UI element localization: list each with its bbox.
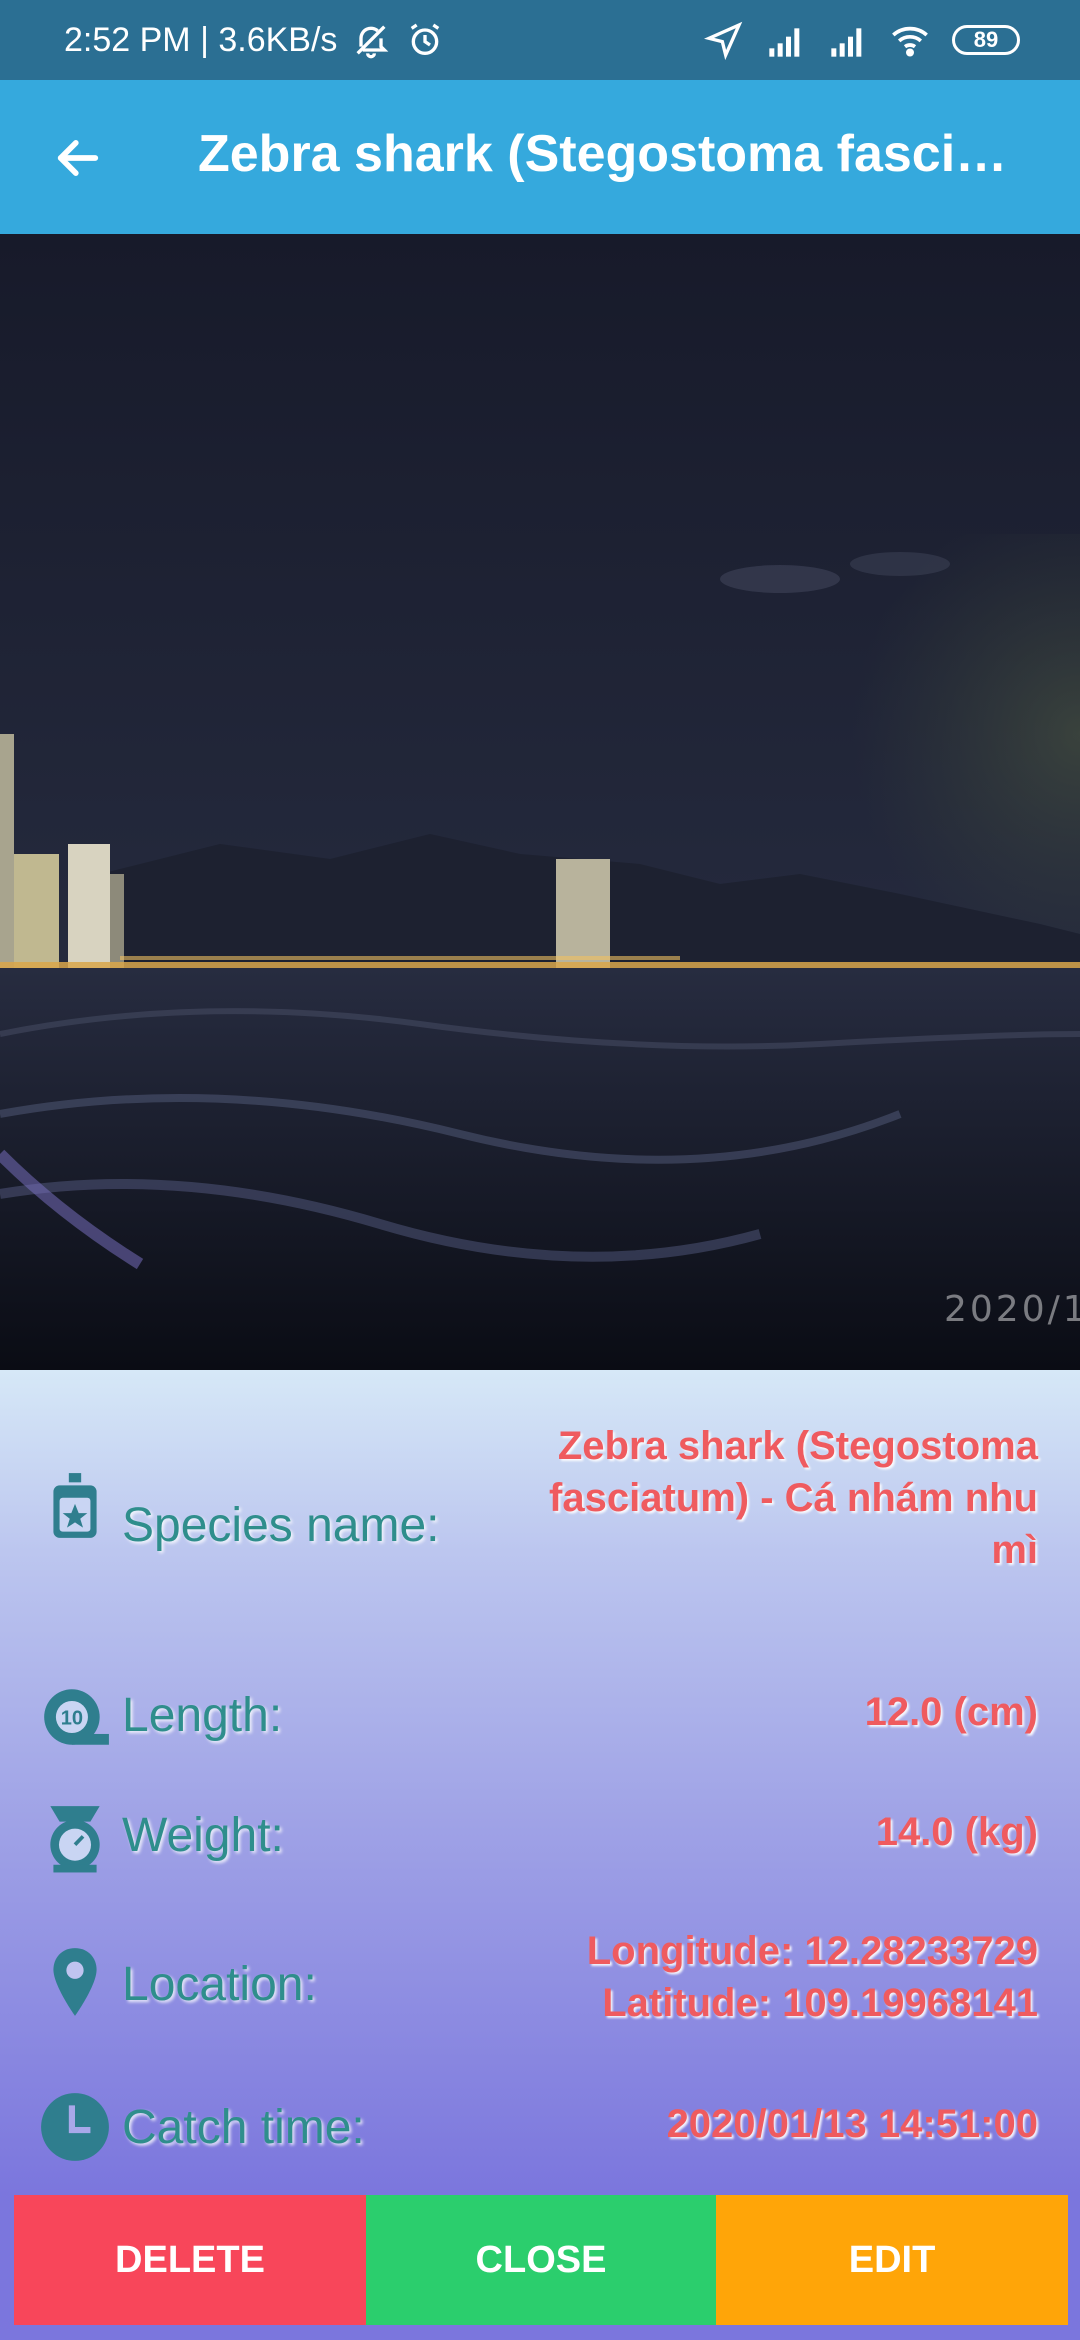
close-button[interactable]: CLOSE: [366, 2195, 716, 2325]
species-row: Species name: Zebra shark (Stegostoma fa…: [0, 1420, 1080, 1620]
bell-off-icon: [356, 25, 389, 59]
night-beach-image: [0, 234, 1080, 1370]
map-pin-icon: [53, 1948, 97, 2016]
battery-level: 89: [973, 27, 999, 52]
page-title: Zebra shark (Stegostoma fasci…: [198, 125, 1008, 183]
photo-date-stamp: 2020/1/: [944, 1289, 1080, 1330]
weight-row: Weight: 14.0 (kg): [0, 1800, 1080, 1880]
location-arrow-icon: [704, 21, 743, 60]
delete-button[interactable]: DELETE: [14, 2195, 366, 2325]
app-bar: Zebra shark (Stegostoma fasci…: [0, 80, 1080, 234]
catch-time-row: Catch time: 2020/01/13 14:51:00: [0, 2090, 1080, 2170]
catch-time-label: Catch time:: [122, 2101, 365, 2154]
scale-icon: [50, 1806, 100, 1873]
weight-label: Weight:: [122, 1809, 284, 1862]
signal-icon: [769, 28, 800, 57]
action-bar: DELETE CLOSE EDIT: [0, 2195, 1080, 2340]
status-bar: 2:52 PM | 3.6KB/s 89: [0, 0, 1080, 80]
species-label: Species name:: [122, 1499, 440, 1552]
length-row: 10 Length: 12.0 (cm): [0, 1680, 1080, 1760]
svg-text:10: 10: [61, 1707, 83, 1729]
longitude-value: Longitude: 12.28233729: [586, 1929, 1038, 1973]
species-value-line-3: mì: [991, 1528, 1038, 1572]
status-time-speed: 2:52 PM | 3.6KB/s: [64, 20, 338, 59]
species-value-line-1: Zebra shark (Stegostoma: [557, 1424, 1038, 1468]
status-left: 2:52 PM | 3.6KB/s: [64, 0, 445, 80]
alarm-icon: [411, 23, 440, 56]
location-label: Location:: [122, 1958, 317, 2011]
species-value: Zebra shark (Stegostoma fasciatum) - Cá …: [478, 1420, 1038, 1576]
length-value: 12.0 (cm): [864, 1690, 1038, 1734]
latitude-value: Latitude: 109.19968141: [602, 1981, 1038, 2025]
edit-button[interactable]: EDIT: [716, 2195, 1068, 2325]
arrow-left-icon: [57, 140, 99, 176]
clock-icon: [41, 2093, 109, 2161]
wifi-icon: [892, 26, 928, 57]
catch-photo: 2020/1/: [0, 234, 1080, 1370]
weight-value: 14.0 (kg): [875, 1810, 1038, 1854]
catch-details: Species name: Zebra shark (Stegostoma fa…: [0, 1370, 1080, 2195]
catch-time-value: 2020/01/13 14:51:00: [666, 2102, 1038, 2146]
back-button[interactable]: [40, 120, 116, 196]
tape-measure-icon: 10: [44, 1689, 109, 1745]
fish-tag-icon: [53, 1473, 97, 1538]
length-label: Length:: [122, 1689, 283, 1742]
species-value-line-2: fasciatum) - Cá nhám nhu: [549, 1476, 1038, 1520]
battery-icon: 89: [952, 25, 1020, 55]
location-row: Location: Longitude: 12.28233729 Latitud…: [0, 1925, 1080, 2035]
location-value: Longitude: 12.28233729 Latitude: 109.199…: [478, 1925, 1038, 2029]
signal-icon: [831, 28, 862, 57]
status-right: 89: [704, 0, 1020, 80]
